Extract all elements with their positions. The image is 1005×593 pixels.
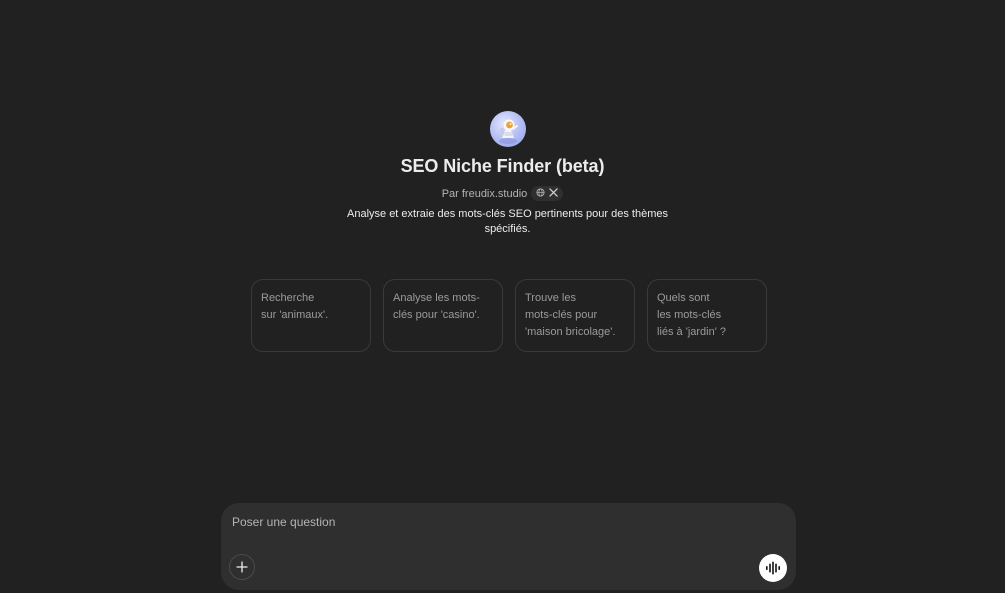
starter-card[interactable]: Trouve les mots-clés pour 'maison bricol… [515,279,635,352]
gpt-description: Analyse et extraie des mots-clés SEO per… [347,208,668,235]
conversation-starters: Recherche sur 'animaux'. Analyse les mot… [251,279,767,352]
starter-card[interactable]: Analyse les mots- clés pour 'casino'. [383,279,503,352]
voice-waveform-icon [766,561,780,575]
gpt-landing: SEO Niche Finder (beta) Par freudix.stud… [0,0,1005,593]
voice-mode-button[interactable] [759,554,787,582]
plus-icon [236,561,248,573]
gpt-title: SEO Niche Finder (beta) [400,156,605,176]
gpt-byline: Par freudix.studio [0,186,1005,201]
attach-button[interactable] [229,554,255,580]
gpt-avatar [490,111,526,147]
astronaut-icon [499,119,518,144]
message-composer [221,503,796,590]
starter-card[interactable]: Recherche sur 'animaux'. [251,279,371,352]
byline-author[interactable]: Par freudix.studio [442,188,528,200]
prompt-input[interactable] [232,513,772,531]
starter-card[interactable]: Quels sont les mots-clés liés à 'jardin'… [647,279,767,352]
globe-icon[interactable] [536,187,545,200]
byline-links [531,186,564,201]
x-logo-icon[interactable] [549,187,559,200]
